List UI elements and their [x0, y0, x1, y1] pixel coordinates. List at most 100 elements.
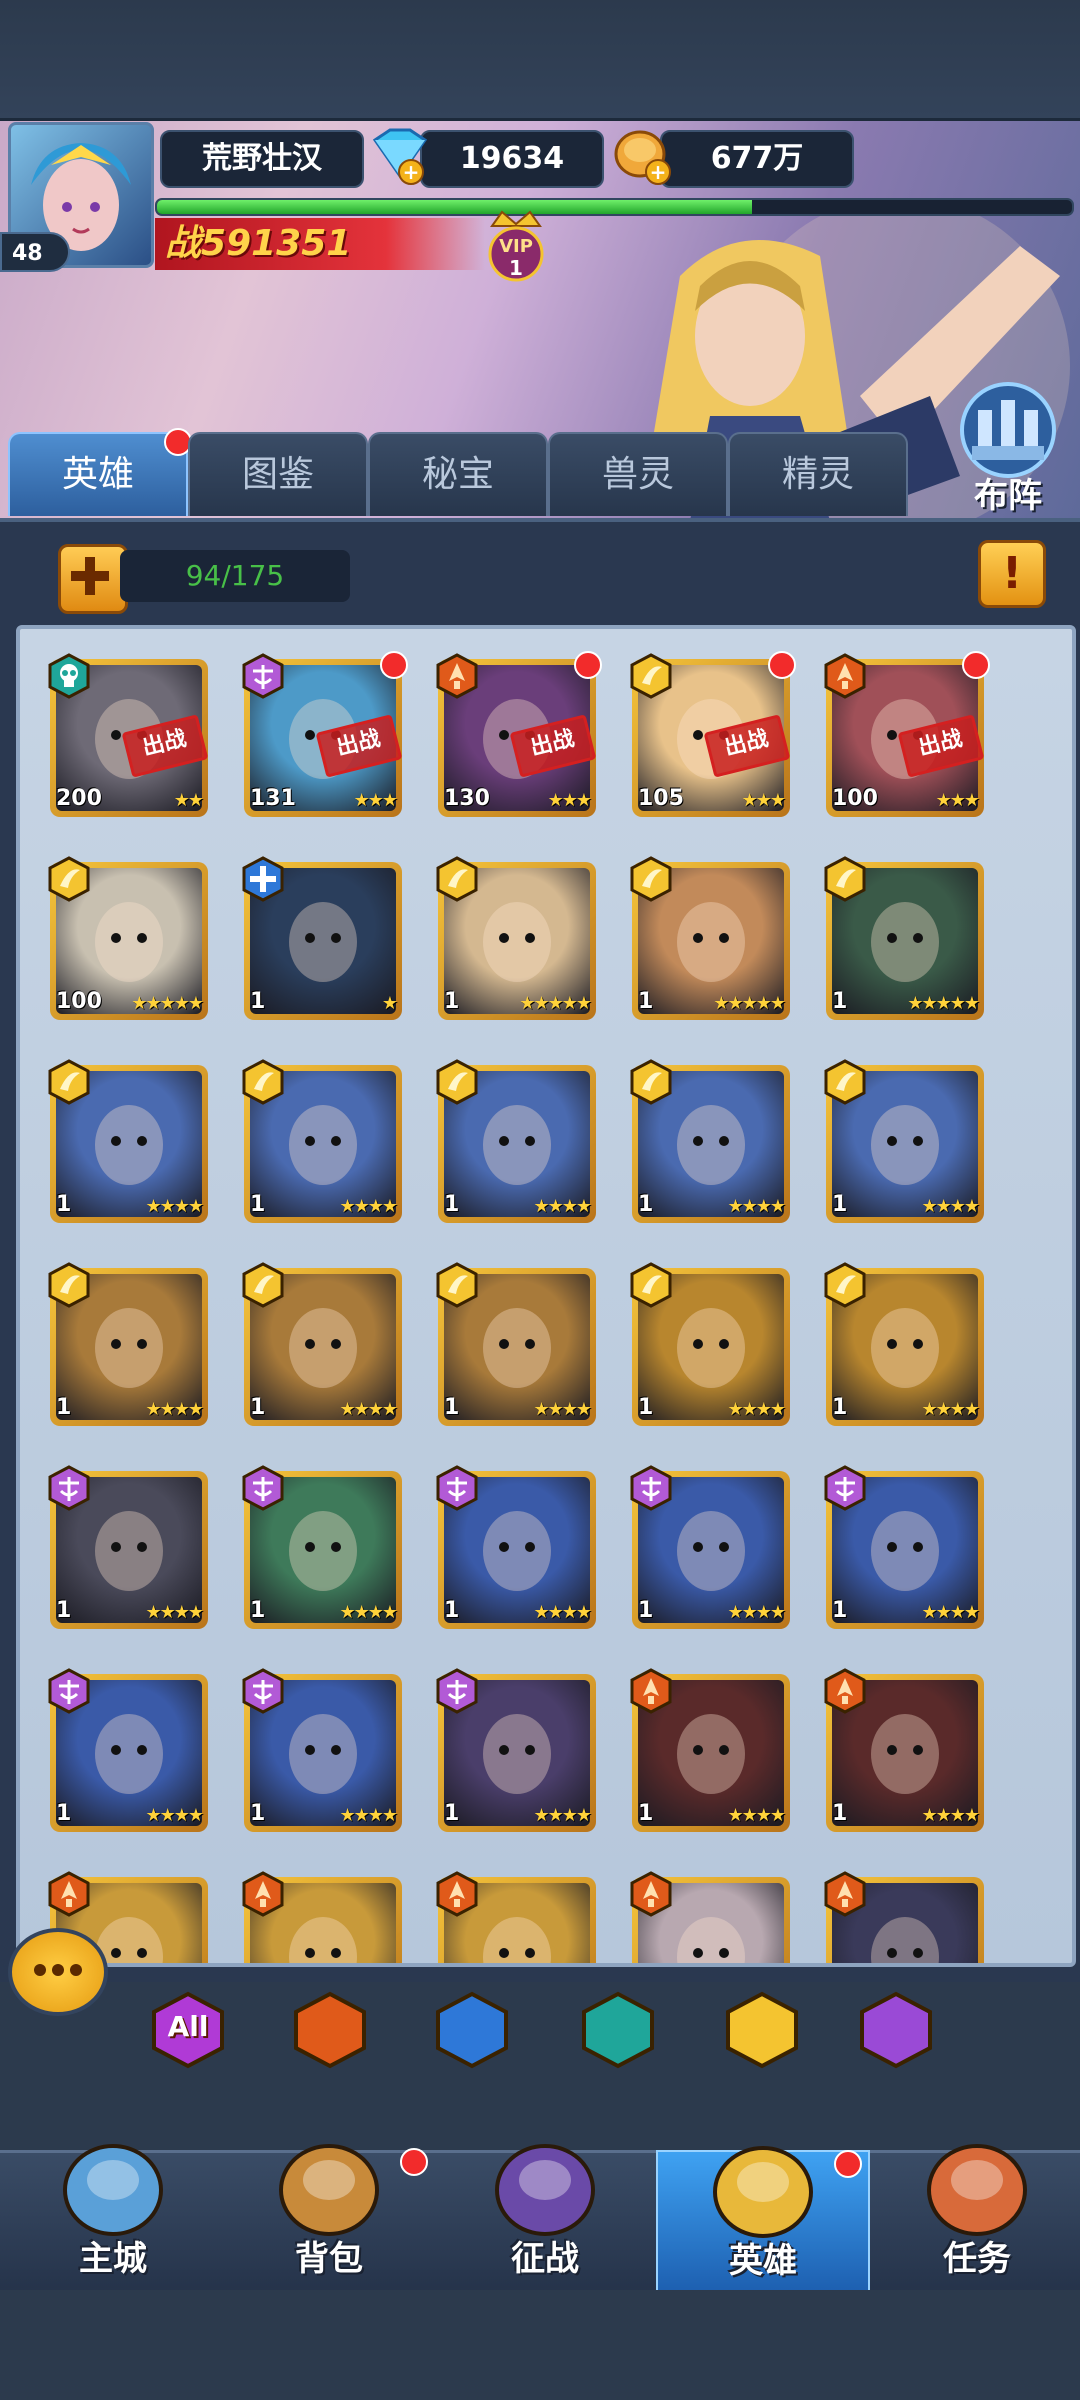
light-faction-icon[interactable] — [722, 1990, 802, 2070]
power-value: 591351 — [201, 223, 352, 264]
hero-card[interactable]: 1 ★★★★ — [436, 1668, 596, 1832]
notification-dot — [768, 651, 796, 679]
tab-1[interactable]: 图鉴 — [188, 432, 368, 516]
info-button[interactable]: ! — [978, 540, 1046, 608]
hero-card[interactable]: 1 ★★★★★ — [436, 856, 596, 1020]
hero-card[interactable]: 1 ★★★★ — [630, 1668, 790, 1832]
hero-level: 1 — [444, 989, 460, 1014]
hero-card[interactable]: 1 ★★★★ — [436, 1059, 596, 1223]
hero-card[interactable]: 1 ★★★★ — [824, 1668, 984, 1832]
system-nav-area — [0, 2290, 1080, 2400]
hero-card[interactable]: 1 ★★★★ — [630, 1059, 790, 1223]
nav-4[interactable]: 任务 — [872, 2144, 1080, 2290]
fire-faction-icon[interactable] — [290, 1990, 370, 2070]
vip-level: 1 — [509, 256, 523, 280]
hero-stars: ★★★★ — [921, 1602, 980, 1623]
expand-capacity-button[interactable] — [58, 544, 128, 614]
hero-level: 1 — [56, 1192, 72, 1217]
hero-card[interactable]: 1 ★★★★ — [242, 1465, 402, 1629]
water-faction-icon — [240, 856, 286, 902]
hero-card[interactable]: 100 ★★★ 出战 — [824, 651, 990, 817]
death-faction-icon[interactable] — [578, 1990, 658, 2070]
nav-1[interactable]: 背包 — [224, 2144, 434, 2290]
hero-level: 1 — [444, 1395, 460, 1420]
xp-bar — [155, 198, 1074, 216]
nav-3[interactable]: 英雄 — [656, 2146, 870, 2294]
hero-stars: ★★★ — [353, 790, 398, 811]
hero-card[interactable]: 100 ★★★★★ — [48, 856, 208, 1020]
hero-card[interactable]: 1 ★★★★ — [48, 1465, 208, 1629]
tab-label: 兽灵 — [601, 454, 674, 495]
hero-card[interactable]: 1 ★★★★★ — [824, 856, 984, 1020]
nav-0[interactable]: 主城 — [8, 2144, 218, 2290]
light-faction-icon — [434, 856, 480, 902]
hero-card[interactable]: 130 ★★★ 出战 — [436, 651, 602, 817]
hero-stars: ★★★★ — [145, 1196, 204, 1217]
fire-faction-icon — [628, 1871, 674, 1917]
diamond-icon[interactable]: + — [365, 126, 435, 188]
hero-level: 1 — [444, 1192, 460, 1217]
formation-tower-icon — [960, 382, 1056, 478]
tab-3[interactable]: 兽灵 — [548, 432, 728, 516]
status-bar-area — [0, 0, 1080, 118]
hero-stars: ★★★★ — [533, 1602, 592, 1623]
tab-label: 图鉴 — [241, 454, 314, 495]
formation-button[interactable]: 布阵 — [948, 380, 1068, 516]
dark-faction-icon — [434, 1465, 480, 1511]
light-faction-icon — [822, 1262, 868, 1308]
light-faction-icon — [822, 856, 868, 902]
hero-stars: ★★ — [173, 790, 204, 811]
hero-stars: ★★★★ — [145, 1602, 204, 1623]
hero-card[interactable]: 1 ★★★★ — [242, 1262, 402, 1426]
hero-card[interactable] — [824, 1871, 984, 1963]
hero-card[interactable] — [242, 1871, 402, 1963]
hero-card[interactable]: 1 ★★★★★ — [630, 856, 790, 1020]
hero-card[interactable]: 1 ★★★★ — [824, 1262, 984, 1426]
hero-stars: ★ — [381, 993, 398, 1014]
hero-card[interactable]: 1 ★★★★ — [436, 1465, 596, 1629]
chat-button[interactable] — [8, 1928, 108, 2016]
fire-faction-icon — [822, 1668, 868, 1714]
notification-dot — [962, 651, 990, 679]
hero-card[interactable]: 1 ★★★★ — [48, 1668, 208, 1832]
hero-stars: ★★★★ — [921, 1805, 980, 1826]
hero-card[interactable]: 1 ★★★★ — [242, 1668, 402, 1832]
tab-0[interactable]: 英雄 — [8, 428, 192, 516]
hero-level: 200 — [56, 786, 102, 811]
formation-label: 布阵 — [974, 476, 1042, 516]
hero-card[interactable]: 1 ★★★★ — [630, 1465, 790, 1629]
hero-card[interactable] — [436, 1871, 596, 1963]
hero-card[interactable]: 200 ★★ 出战 — [48, 653, 209, 817]
gold-coin-icon[interactable]: + — [610, 126, 680, 188]
hero-card[interactable]: 1 ★★★★ — [48, 1262, 208, 1426]
dark-faction-icon — [240, 1668, 286, 1714]
hero-card[interactable]: 1 ★★★★ — [824, 1059, 984, 1223]
hero-card[interactable]: 1 ★★★★ — [242, 1059, 402, 1223]
hero-stars: ★★★★ — [533, 1805, 592, 1826]
hero-card[interactable] — [630, 1871, 790, 1963]
hero-card[interactable]: 105 ★★★ 出战 — [630, 651, 796, 817]
light-faction-icon — [628, 1262, 674, 1308]
gold-count: 677万 — [660, 130, 854, 188]
nav-label: 主城 — [79, 2239, 147, 2279]
hero-card[interactable]: 1 ★★★★ — [824, 1465, 984, 1629]
death-faction-icon — [46, 653, 92, 699]
hero-card[interactable]: 1 ★ — [242, 856, 402, 1020]
tab-2[interactable]: 秘宝 — [368, 432, 548, 516]
tab-4[interactable]: 精灵 — [728, 432, 908, 516]
hero-card[interactable]: 1 ★★★★ — [48, 1059, 208, 1223]
hero-level: 1 — [56, 1395, 72, 1420]
hero-card[interactable]: 1 ★★★★ — [436, 1262, 596, 1426]
hero-stars: ★★★★ — [921, 1196, 980, 1217]
dark-faction-icon — [240, 1465, 286, 1511]
dark-faction-icon — [434, 1668, 480, 1714]
hero-card[interactable]: 131 ★★★ 出战 — [242, 651, 408, 817]
nav-2[interactable]: 征战 — [440, 2144, 650, 2290]
hero-card[interactable]: 1 ★★★★ — [630, 1262, 790, 1426]
dark-faction-icon[interactable] — [856, 1990, 936, 2070]
all-icon[interactable]: All — [148, 1990, 228, 2070]
nav-label: 任务 — [943, 2239, 1011, 2279]
vip-badge[interactable]: VIP 1 — [478, 206, 554, 286]
combat-power: 战591351 — [155, 218, 485, 270]
water-faction-icon[interactable] — [432, 1990, 512, 2070]
